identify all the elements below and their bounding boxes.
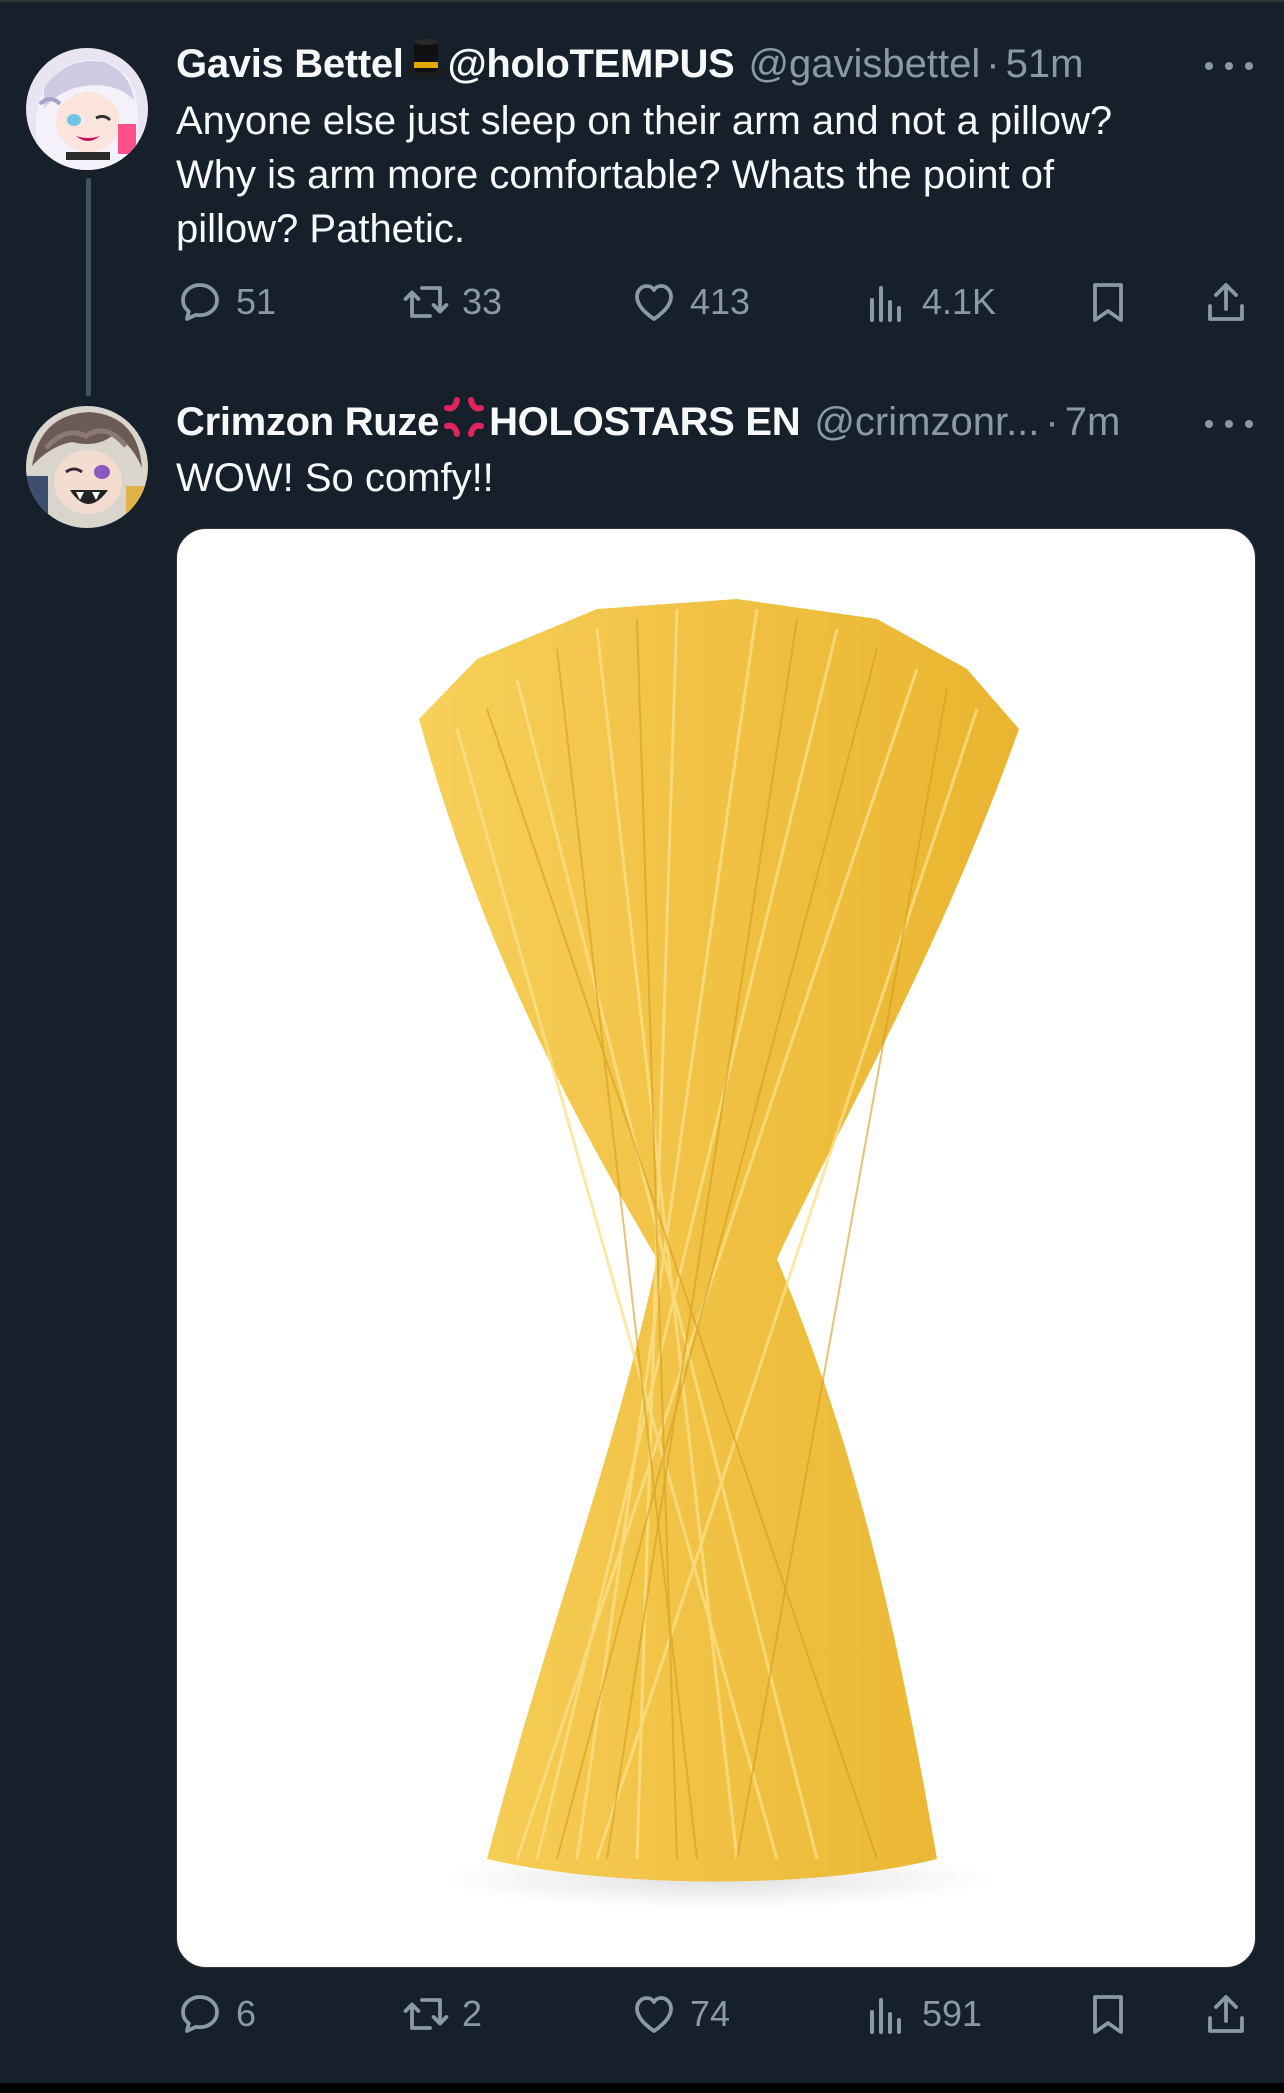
like-button[interactable]: 74 <box>630 1984 730 2044</box>
views-button[interactable]: 4.1K <box>862 272 996 332</box>
views-count: 591 <box>922 1993 983 2034</box>
reply-button[interactable]: 51 <box>176 272 276 332</box>
separator: · <box>986 41 1000 86</box>
action-bar: 6 2 74 591 <box>176 1984 1266 2044</box>
bookmark-icon <box>1093 283 1123 322</box>
views-icon <box>870 1998 901 2034</box>
views-icon <box>870 286 901 322</box>
tweet-header: Gavis Bettel @holoTEMPUS @gavisbettel · … <box>176 36 1083 92</box>
reply-icon <box>181 283 219 321</box>
tweet-text: Anyone else just sleep on their arm and … <box>176 99 1113 251</box>
top-divider <box>0 0 1284 2</box>
display-name[interactable]: Gavis Bettel <box>176 42 404 87</box>
share-button[interactable] <box>1202 1984 1250 2044</box>
reply-icon <box>181 1995 219 2033</box>
separator: · <box>1045 399 1059 444</box>
user-handle[interactable]: @crimzonr... <box>814 400 1039 445</box>
tweet-header: Crimzon Ruze HOLOSTARS EN @crimzonr... ·… <box>176 394 1120 450</box>
avatar-gavis-bettel[interactable] <box>26 48 148 170</box>
tweet-text: WOW! So comfy!! <box>176 456 494 500</box>
spaghetti-bundle-image[interactable] <box>176 528 1256 1968</box>
bookmark-button[interactable] <box>1084 272 1132 332</box>
retweet-count: 2 <box>462 1993 483 2034</box>
share-button[interactable] <box>1202 272 1250 332</box>
retweet-icon <box>403 1998 449 2030</box>
name-suffix: HOLOSTARS EN <box>489 399 801 444</box>
timestamp[interactable]: 51m <box>1006 42 1084 87</box>
views-button[interactable]: 591 <box>862 1984 982 2044</box>
reply-count: 6 <box>236 1993 257 2034</box>
like-icon <box>635 1996 673 2033</box>
bookmark-icon <box>1093 1995 1123 2034</box>
user-handle[interactable]: @gavisbettel <box>748 42 980 87</box>
timestamp[interactable]: 7m <box>1065 400 1121 445</box>
top-hat-icon <box>406 38 446 90</box>
like-count: 74 <box>690 1993 731 2034</box>
like-icon <box>635 284 673 321</box>
share-icon <box>1208 1995 1244 2033</box>
more-icon[interactable] <box>1205 414 1253 434</box>
retweet-button[interactable]: 2 <box>402 1984 482 2044</box>
views-count: 4.1K <box>922 281 997 322</box>
action-bar: 51 33 413 4.1K <box>176 272 1266 332</box>
thread-connector-line <box>86 178 91 396</box>
share-icon <box>1208 283 1244 321</box>
display-name[interactable]: Crimzon Ruze <box>176 400 439 445</box>
bookmark-button[interactable] <box>1084 1984 1132 2044</box>
like-count: 413 <box>690 281 751 322</box>
retweet-button[interactable]: 33 <box>402 272 502 332</box>
reply-button[interactable]: 6 <box>176 1984 256 2044</box>
name-suffix: @holoTEMPUS <box>447 41 735 86</box>
reply-count: 51 <box>236 281 277 322</box>
more-icon[interactable] <box>1205 56 1253 76</box>
like-button[interactable]: 413 <box>630 272 750 332</box>
retweet-count: 33 <box>462 281 503 322</box>
avatar-crimzon-ruze[interactable] <box>26 406 148 528</box>
anger-symbol-icon <box>441 394 487 450</box>
retweet-icon <box>403 286 449 318</box>
bottom-divider <box>0 2083 1284 2093</box>
